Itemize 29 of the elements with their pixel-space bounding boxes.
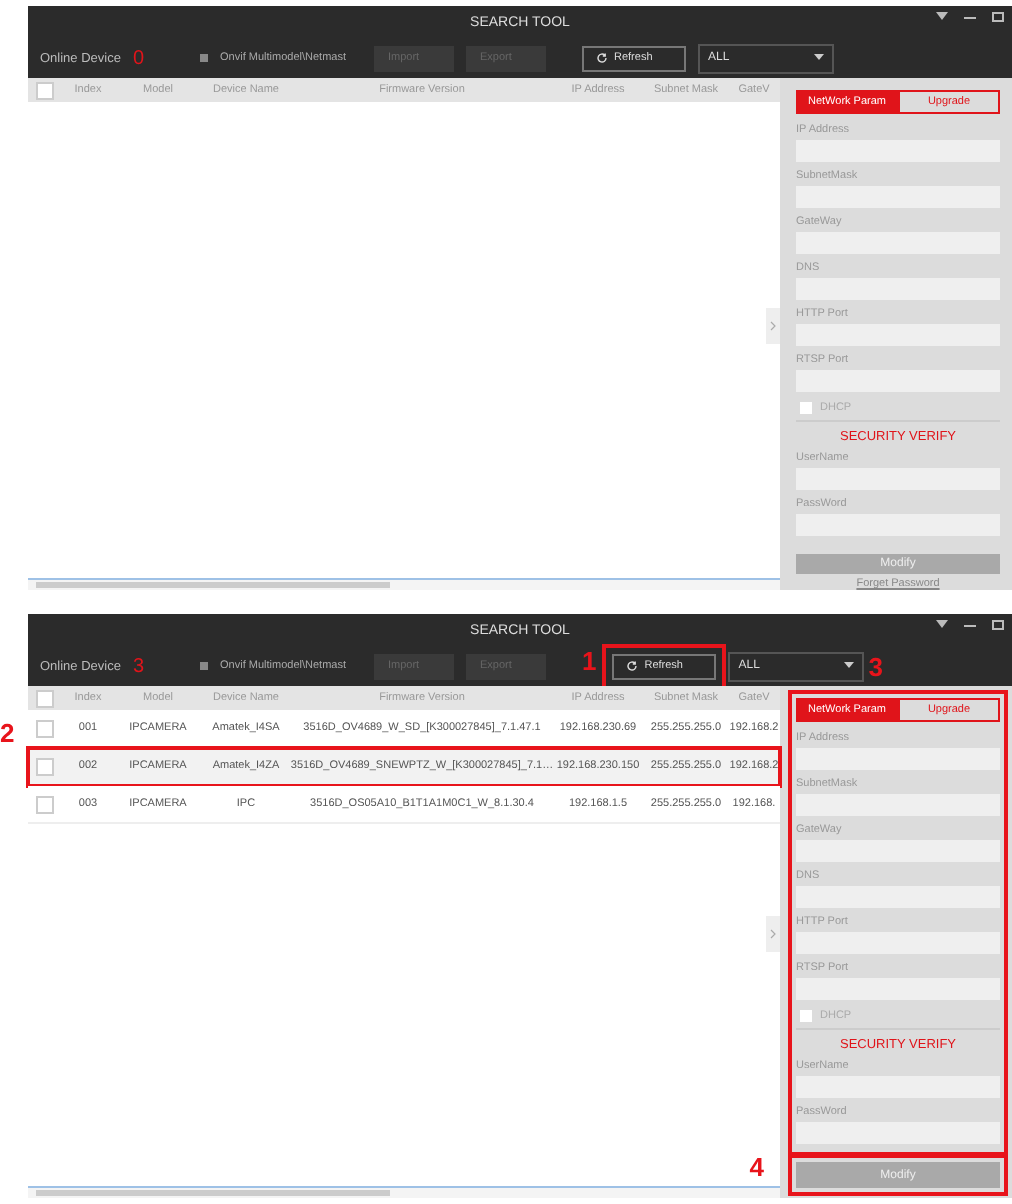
online-count: 3 [132, 655, 145, 677]
maximize-icon[interactable] [992, 12, 1004, 22]
annotation-number: 3 [868, 653, 883, 679]
refresh-icon [596, 52, 608, 64]
checkbox-icon[interactable] [200, 54, 209, 62]
row-checkbox[interactable] [35, 719, 53, 737]
refresh-icon [626, 660, 639, 672]
dhcp-checkbox[interactable] [800, 1010, 812, 1022]
horizontal-scrollbar[interactable] [28, 578, 780, 590]
horizontal-scrollbar[interactable] [28, 1186, 780, 1198]
collapse-chevron-icon[interactable] [766, 916, 780, 953]
dropdown-icon[interactable] [936, 620, 948, 630]
maximize-icon[interactable] [992, 620, 1004, 630]
select-all-checkbox[interactable] [35, 81, 53, 99]
caret-icon [844, 662, 855, 670]
annotation-number: 1 [582, 647, 597, 673]
row-checkbox[interactable] [35, 795, 53, 813]
annotation-number: 4 [749, 1154, 764, 1180]
dropdown-icon[interactable] [936, 12, 948, 22]
online-count: 0 [132, 47, 145, 69]
caret-icon [814, 54, 824, 62]
annotation-number: 2 [0, 720, 15, 746]
select-all-checkbox[interactable] [35, 689, 53, 707]
collapse-chevron-icon[interactable] [766, 308, 780, 345]
row-checkbox[interactable] [35, 757, 53, 775]
minimize-icon[interactable] [964, 620, 976, 630]
checkbox-icon[interactable] [200, 662, 209, 670]
minimize-icon[interactable] [964, 12, 976, 22]
dhcp-checkbox[interactable] [800, 402, 812, 414]
